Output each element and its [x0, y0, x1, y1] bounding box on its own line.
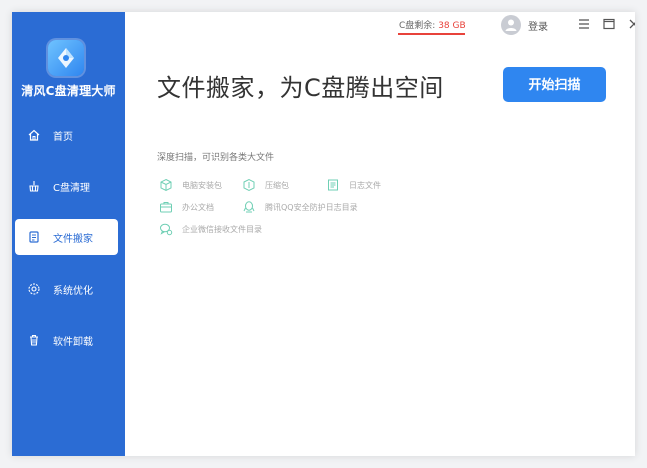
app-window: 清风C盘清理大师 首页 C盘清理 文件搬家 系统优化 软件卸载 C盘剩余: 38… [12, 12, 635, 456]
qq-icon [242, 200, 256, 214]
category-item: 电脑安装包 [159, 178, 222, 192]
close-button[interactable] [626, 16, 635, 32]
maximize-icon [603, 18, 615, 30]
category-label: 企业微信接收文件目录 [182, 224, 262, 234]
log-file-icon [326, 178, 340, 192]
category-label: 日志文件 [349, 180, 381, 190]
disk-free-indicator: C盘剩余: 38 GB [399, 18, 466, 31]
sidebar-item-label: 首页 [53, 131, 73, 143]
wechat-icon [159, 222, 173, 236]
package-icon [159, 178, 173, 192]
app-name: 清风C盘清理大师 [21, 84, 116, 98]
home-icon [27, 128, 41, 142]
close-icon [629, 19, 635, 29]
maximize-button[interactable] [601, 16, 617, 32]
broom-icon [27, 179, 41, 193]
title-bar: C盘剩余: 38 GB 登录 [125, 12, 635, 38]
category-item: 办公文档 [159, 200, 214, 214]
avatar[interactable] [501, 15, 521, 35]
sidebar: 清风C盘清理大师 首页 C盘清理 文件搬家 系统优化 软件卸载 [12, 12, 125, 456]
sidebar-item-uninstall[interactable]: 软件卸载 [15, 322, 118, 358]
archive-icon [242, 178, 256, 192]
trash-icon [27, 333, 41, 347]
sidebar-item-c-clean[interactable]: C盘清理 [15, 168, 118, 204]
category-label: 电脑安装包 [182, 180, 222, 190]
category-label: 压缩包 [265, 180, 289, 190]
menu-icon [579, 19, 589, 29]
disk-free-value: 38 GB [438, 21, 466, 31]
start-scan-button[interactable]: 开始扫描 [503, 67, 606, 102]
scan-description: 深度扫描，可识别各类大文件 [157, 153, 275, 163]
category-label: 腾讯QQ安全防护日志目录 [265, 202, 358, 212]
app-logo [48, 40, 84, 76]
category-item: 腾讯QQ安全防护日志目录 [242, 200, 358, 214]
sidebar-item-file-move[interactable]: 文件搬家 [15, 219, 118, 255]
gear-icon [27, 282, 41, 296]
logo-icon [58, 48, 74, 68]
disk-free-underline [398, 33, 465, 35]
sidebar-item-label: 文件搬家 [53, 233, 93, 245]
sidebar-item-optimize[interactable]: 系统优化 [15, 271, 118, 307]
login-link[interactable]: 登录 [528, 18, 548, 33]
sidebar-item-label: 软件卸载 [53, 336, 93, 348]
category-label: 办公文档 [182, 202, 214, 212]
file-move-icon [27, 230, 41, 244]
category-item: 压缩包 [242, 178, 289, 192]
user-icon [505, 19, 517, 31]
sidebar-item-label: C盘清理 [53, 182, 90, 194]
briefcase-icon [159, 200, 173, 214]
disk-free-label: C盘剩余: [399, 21, 436, 31]
sidebar-item-home[interactable]: 首页 [15, 117, 118, 153]
category-item: 企业微信接收文件目录 [159, 222, 262, 236]
sidebar-item-label: 系统优化 [53, 285, 93, 297]
page-title: 文件搬家，为C盘腾出空间 [157, 74, 444, 102]
menu-button[interactable] [576, 16, 592, 32]
category-item: 日志文件 [326, 178, 381, 192]
